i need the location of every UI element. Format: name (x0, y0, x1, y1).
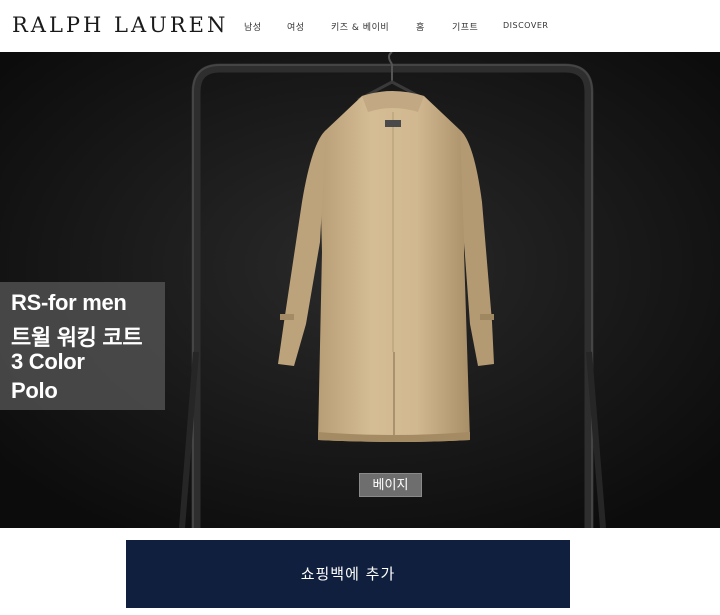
nav-item-women[interactable]: 여성 (287, 20, 305, 33)
product-hero-image: RS-for men 트윌 워킹 코트 3 Color Polo (0, 52, 720, 528)
nav-item-men[interactable]: 남성 (244, 20, 262, 33)
add-to-bag-button[interactable]: 쇼핑백에 추가 (126, 540, 570, 608)
product-title-line: 트윌 워킹 코트 (11, 325, 143, 350)
color-name-badge: 베이지 (359, 473, 422, 497)
product-title-line: Polo (11, 378, 58, 403)
product-title-overlay: RS-for men 트윌 워킹 코트 3 Color Polo (0, 282, 165, 410)
nav-item-discover[interactable]: DISCOVER (503, 21, 548, 30)
nav-item-home[interactable]: 홈 (416, 20, 425, 33)
product-title-line: RS-for men (11, 290, 127, 315)
main-nav: 남성 여성 키즈 & 베이비 홈 기프트 DISCOVER (0, 0, 720, 52)
site-header: RALPH LAUREN 남성 여성 키즈 & 베이비 홈 기프트 DISCOV… (0, 0, 720, 52)
nav-item-gift[interactable]: 기프트 (452, 20, 478, 33)
nav-item-kids-baby[interactable]: 키즈 & 베이비 (331, 20, 389, 33)
product-title-line: 3 Color (11, 349, 85, 374)
